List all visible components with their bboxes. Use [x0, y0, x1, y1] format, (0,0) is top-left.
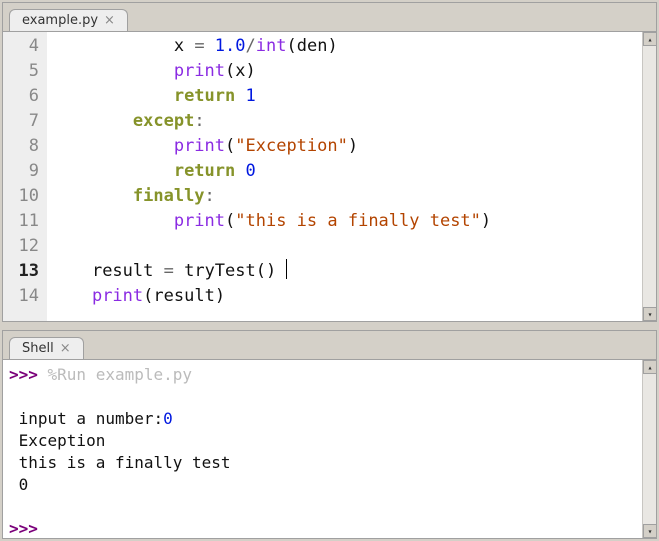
- line-number: 11: [3, 209, 39, 234]
- line-number: 9: [3, 159, 39, 184]
- code-line[interactable]: return 0: [51, 159, 638, 184]
- code-line[interactable]: finally:: [51, 184, 638, 209]
- shell-content: >>> %Run example.py input a number:0 Exc…: [3, 359, 656, 538]
- scroll-down-icon[interactable]: ▾: [643, 307, 656, 321]
- line-number: 8: [3, 134, 39, 159]
- line-number: 5: [3, 59, 39, 84]
- line-number: 12: [3, 234, 39, 259]
- code-line[interactable]: [51, 234, 638, 259]
- shell-line: 0: [9, 474, 636, 496]
- editor-content: 4567891011121314 x = 1.0/int(den) print(…: [3, 31, 656, 321]
- code-line[interactable]: x = 1.0/int(den): [51, 34, 638, 59]
- shell-tabbar: Shell ×: [3, 331, 656, 359]
- scroll-down-icon[interactable]: ▾: [643, 524, 656, 538]
- shell-line: [9, 496, 636, 518]
- shell-line: this is a finally test: [9, 452, 636, 474]
- shell-scrollbar[interactable]: ▴ ▾: [642, 360, 656, 538]
- line-number: 10: [3, 184, 39, 209]
- shell-line: [9, 386, 636, 408]
- close-icon[interactable]: ×: [104, 14, 115, 27]
- scroll-up-icon[interactable]: ▴: [643, 360, 656, 374]
- code-line[interactable]: result = tryTest(): [51, 259, 638, 284]
- line-number: 13: [3, 259, 39, 284]
- shell-area[interactable]: >>> %Run example.py input a number:0 Exc…: [3, 360, 642, 538]
- editor-tabbar: example.py ×: [3, 3, 656, 31]
- shell-line: >>> %Run example.py: [9, 364, 636, 386]
- shell-panel: Shell × >>> %Run example.py input a numb…: [2, 330, 657, 539]
- line-number: 14: [3, 284, 39, 309]
- line-number: 6: [3, 84, 39, 109]
- code-line[interactable]: print("Exception"): [51, 134, 638, 159]
- shell-line: Exception: [9, 430, 636, 452]
- editor-scrollbar[interactable]: ▴ ▾: [642, 32, 656, 321]
- editor-tab[interactable]: example.py ×: [9, 9, 128, 32]
- shell-tab[interactable]: Shell ×: [9, 337, 84, 360]
- shell-line: >>>: [9, 518, 636, 538]
- code-line[interactable]: except:: [51, 109, 638, 134]
- line-gutter: 4567891011121314: [3, 32, 47, 321]
- shell-line: input a number:0: [9, 408, 636, 430]
- editor-panel: example.py × 4567891011121314 x = 1.0/in…: [2, 2, 657, 322]
- code-line[interactable]: print("this is a finally test"): [51, 209, 638, 234]
- line-number: 7: [3, 109, 39, 134]
- code-line[interactable]: print(result): [51, 284, 638, 309]
- text-cursor: [286, 259, 287, 279]
- code-area[interactable]: x = 1.0/int(den) print(x) return 1 excep…: [47, 32, 642, 321]
- close-icon[interactable]: ×: [60, 342, 71, 355]
- line-number: 4: [3, 34, 39, 59]
- code-line[interactable]: print(x): [51, 59, 638, 84]
- scroll-up-icon[interactable]: ▴: [643, 32, 656, 46]
- editor-tab-label: example.py: [22, 13, 98, 28]
- shell-tab-label: Shell: [22, 341, 54, 356]
- code-line[interactable]: return 1: [51, 84, 638, 109]
